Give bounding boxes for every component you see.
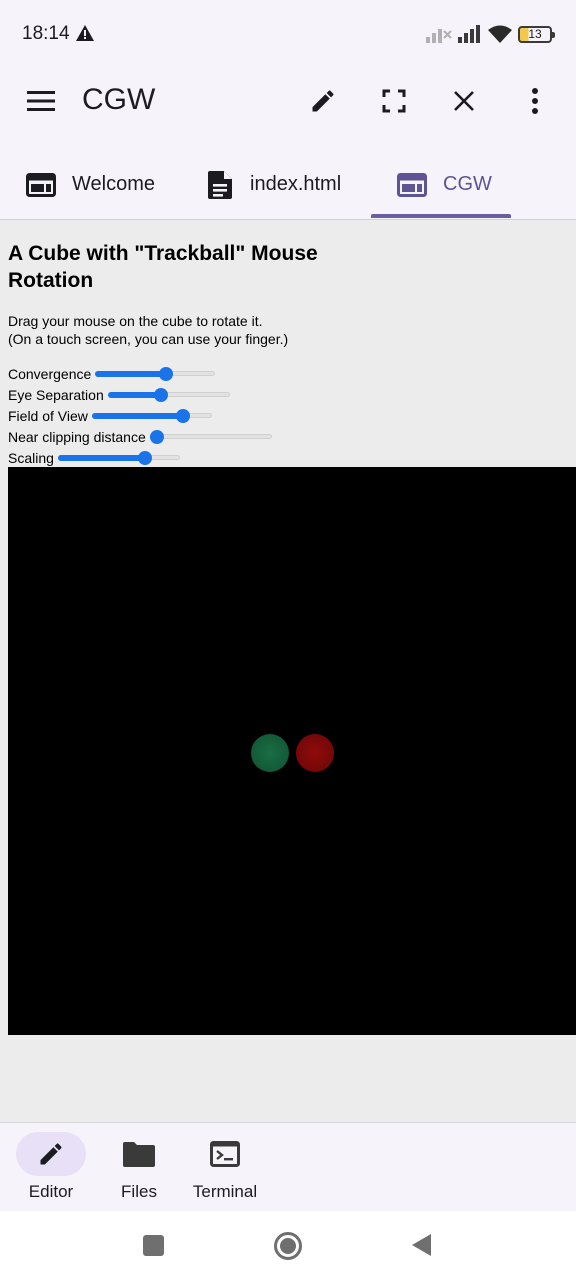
green-cube-view [251,734,289,772]
recents-button[interactable] [143,1235,164,1256]
control-near-clipping: Near clipping distance [8,427,272,447]
eye-separation-slider[interactable] [107,385,230,405]
page-description: Drag your mouse on the cube to rotate it… [8,312,288,348]
web-icon [397,172,427,197]
nav-files[interactable]: Files [104,1132,174,1202]
menu-icon [27,91,55,111]
slider-thumb[interactable] [149,430,164,444]
wifi-icon [488,25,512,43]
nav-terminal[interactable]: Terminal [190,1132,260,1202]
control-label: Convergence [8,366,92,382]
near-clipping-slider[interactable] [149,427,272,447]
control-convergence: Convergence [8,364,216,384]
nav-label: Files [121,1182,157,1201]
slider-thumb[interactable] [175,409,190,423]
app-title: CGW [82,83,156,116]
field-of-view-slider[interactable] [91,406,212,426]
webgl-canvas[interactable] [8,467,576,1035]
control-field-of-view: Field of View [8,406,212,426]
fullscreen-button[interactable] [372,79,416,123]
edit-button[interactable] [301,79,345,123]
web-content: A Cube with "Trackball" Mouse Rotation D… [0,220,576,1122]
description-line: (On a touch screen, you can use your fin… [8,331,289,347]
slider-thumb[interactable] [137,451,152,465]
folder-icon [123,1142,155,1167]
tab-label: index.html [250,173,342,195]
active-tab-indicator [371,214,511,218]
signal-weak-icon [426,29,452,43]
slider-thumb[interactable] [154,388,169,402]
bottom-navigation: Editor Files Terminal [0,1122,576,1211]
close-icon [454,91,474,111]
control-label: Scaling [8,450,54,466]
control-eye-separation: Eye Separation [8,385,230,405]
tab-cgw[interactable]: CGW [397,150,492,219]
signal-icon [458,25,480,43]
edit-icon [312,90,334,112]
nav-label: Editor [28,1182,74,1201]
control-scaling: Scaling [8,448,180,468]
warning-icon [76,25,94,41]
control-label: Near clipping distance [8,429,146,445]
status-time: 18:14 [22,23,70,44]
document-icon [208,170,232,199]
terminal-icon [210,1141,240,1167]
tab-index-html[interactable]: index.html [206,150,341,219]
tab-welcome[interactable]: Welcome [26,150,155,219]
menu-button[interactable] [19,79,63,123]
control-label: Eye Separation [8,387,104,403]
web-icon [26,172,56,197]
status-bar: 18:14 13 [0,0,576,68]
pencil-icon [40,1143,62,1165]
close-button[interactable] [442,79,486,123]
more-vert-icon [532,88,538,114]
control-label: Field of View [8,408,88,424]
nav-editor[interactable]: Editor [16,1132,86,1202]
more-options-button[interactable] [513,79,557,123]
home-button[interactable] [273,1231,303,1261]
back-button[interactable] [411,1233,433,1257]
slider-thumb[interactable] [158,367,173,381]
tab-label: CGW [443,173,492,195]
system-navigation-bar [0,1211,576,1280]
nav-label: Terminal [192,1182,258,1201]
scaling-slider[interactable] [57,448,180,468]
page-heading: A Cube with "Trackball" Mouse Rotation [8,242,318,292]
app-bar: CGW [0,68,576,134]
fullscreen-icon [382,89,406,113]
red-cube-view [296,734,334,772]
battery-icon: 13 [518,25,555,43]
tab-bar: Welcome index.html CGW [0,150,576,220]
convergence-slider[interactable] [95,364,216,384]
tab-label: Welcome [72,173,155,195]
description-line: Drag your mouse on the cube to rotate it… [8,313,263,329]
